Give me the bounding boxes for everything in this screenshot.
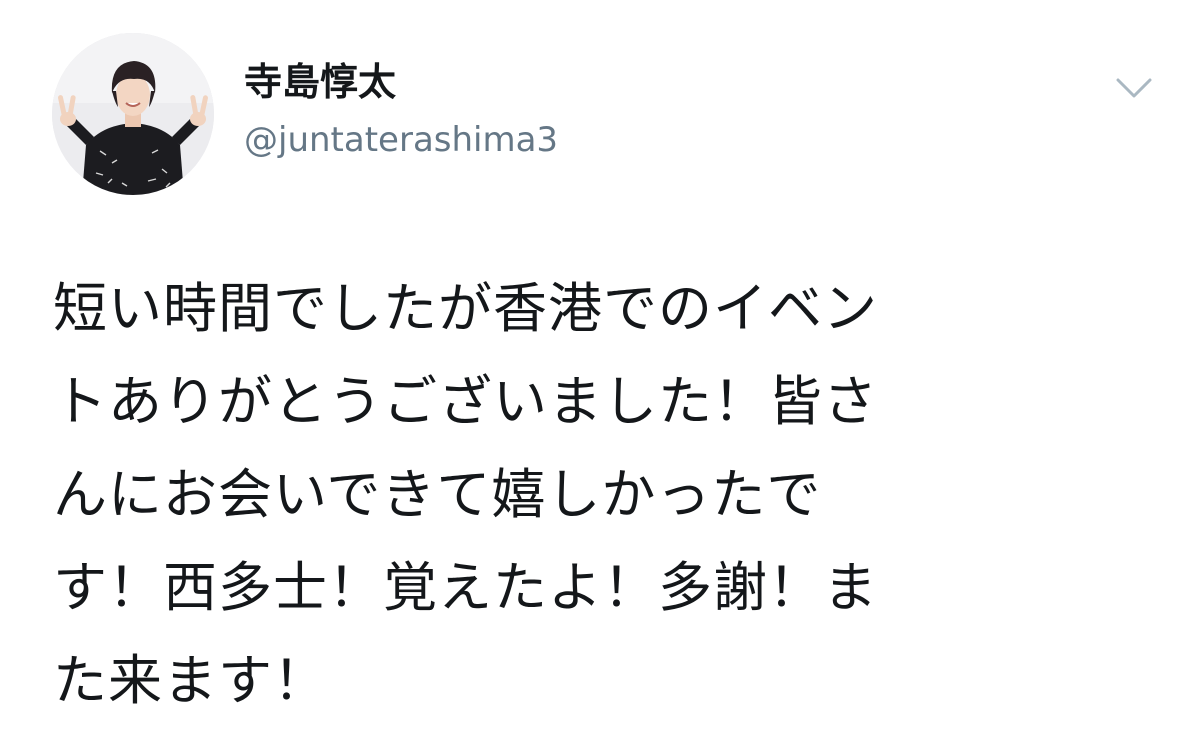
tweet-menu-button[interactable] <box>1110 70 1158 106</box>
tweet-text-line: 短い時間でしたが香港でのイベン <box>53 277 878 340</box>
tweet-text-line: た来ます！ <box>53 649 328 712</box>
avatar-photo-icon <box>52 33 214 195</box>
user-handle[interactable]: @juntaterashima3 <box>244 118 558 162</box>
chevron-down-icon <box>1116 78 1152 98</box>
avatar[interactable] <box>52 33 214 195</box>
tweet-text: 短い時間でしたが香港でのイベン トありがとうございました！皆さ んにお会いできて… <box>53 262 1153 727</box>
tweet-text-line: す！西多士！覚えたよ！多謝！ま <box>53 556 878 619</box>
tweet-card: 寺島惇太 @juntaterashima3 短い時間でしたが香港でのイベン トあ… <box>0 0 1200 751</box>
display-name[interactable]: 寺島惇太 <box>244 58 396 106</box>
tweet-text-line: んにお会いできて嬉しかったで <box>53 463 822 526</box>
tweet-text-line: トありがとうございました！皆さ <box>53 370 878 433</box>
